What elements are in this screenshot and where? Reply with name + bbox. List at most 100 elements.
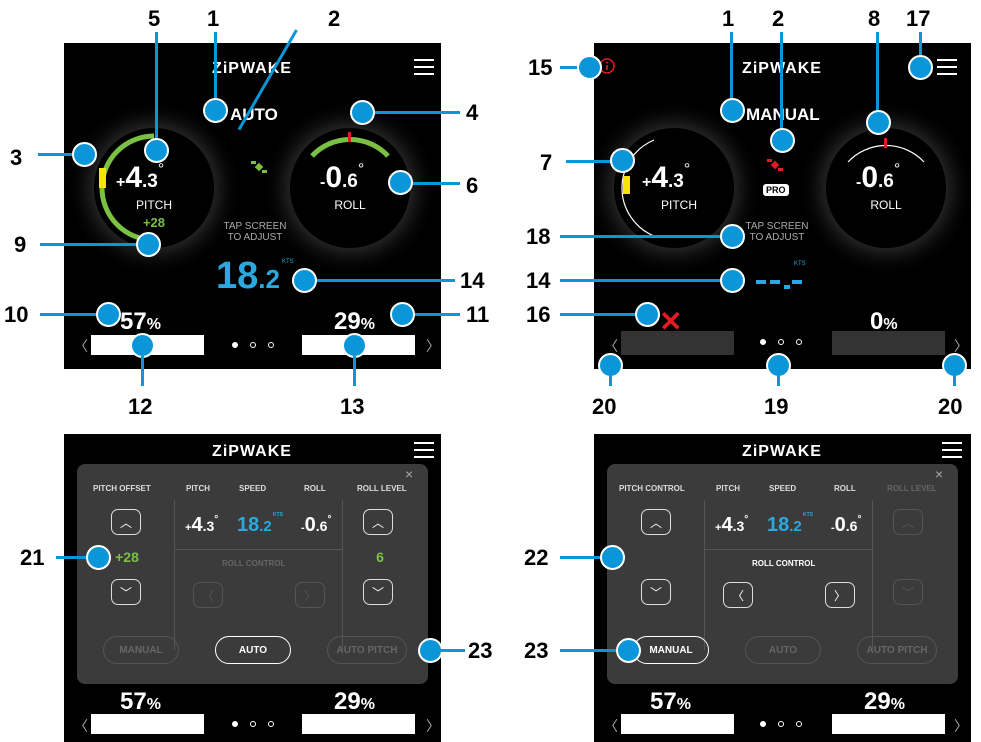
page-dot-2[interactable] [250, 721, 256, 727]
callout-marker-15 [577, 55, 602, 80]
mode-manual-button[interactable]: MANUAL [633, 636, 709, 664]
callout-label-23: 23 [468, 638, 493, 663]
pitch-control-down-button[interactable]: ﹀ [641, 579, 671, 605]
tap-hint[interactable]: TAP SCREEN TO ADJUST [200, 221, 310, 243]
page-dots[interactable] [232, 342, 274, 348]
mode-auto-pitch-button[interactable]: AUTO PITCH [327, 636, 407, 664]
pitch-int: 4 [125, 161, 143, 194]
header-roll: ROLL [834, 484, 856, 493]
pitch-label: PITCH [661, 198, 697, 212]
close-icon[interactable]: × [935, 466, 943, 482]
roll-level-up-button[interactable]: ︿ [363, 509, 393, 535]
callout-label-3: 3 [10, 145, 23, 170]
pitch-offset-up-button[interactable]: ︿ [111, 509, 141, 535]
callout-marker-4 [350, 100, 375, 125]
roll-level-down-button[interactable]: ﹀ [363, 579, 393, 605]
header-pitch: PITCH [716, 484, 740, 493]
chevron-right-icon[interactable]: 〉 [426, 336, 440, 356]
page-dot-1[interactable] [232, 342, 238, 348]
callout-label-2b: 2 [772, 6, 785, 31]
left-trim-bar [621, 331, 734, 355]
roll-control-right-button[interactable]: 〉 [825, 582, 855, 608]
roll-label: ROLL [870, 198, 902, 212]
hamburger-menu-icon[interactable] [414, 442, 434, 458]
divider [704, 500, 705, 650]
zipwake-logo: ZiPWAKE [742, 443, 822, 460]
pitch-deg: ° [744, 514, 749, 525]
chevron-left-icon[interactable]: 〈 [74, 716, 88, 736]
right-pct-sign: % [360, 316, 375, 333]
callout-marker-1b [720, 98, 745, 123]
roll-level-down-button[interactable]: ﹀ [893, 579, 923, 605]
pitch-control-up-button[interactable]: ︿ [641, 509, 671, 535]
roll-control-left-button[interactable]: 〈 [723, 582, 753, 608]
mode-auto-button[interactable]: AUTO [215, 636, 291, 664]
callout-label-18: 18 [526, 224, 551, 249]
callout-marker-16 [635, 302, 660, 327]
mode-auto-pitch-button[interactable]: AUTO PITCH [857, 636, 937, 664]
callout-label-14: 14 [460, 268, 485, 293]
left-pct-value: 57 [650, 688, 677, 715]
screen-adjust-manual: ZiPWAKE × PITCH CONTROL PITCH SPEED ROLL… [594, 434, 971, 742]
speed-dec: .2 [259, 518, 272, 535]
hamburger-menu-icon[interactable] [942, 442, 962, 458]
header-roll: ROLL [304, 484, 326, 493]
speed-unit: KTS [282, 259, 294, 265]
roll-label: ROLL [334, 198, 366, 212]
page-dot-1[interactable] [232, 721, 238, 727]
roll-int: 0 [304, 514, 316, 536]
mode-label: AUTO [230, 105, 278, 124]
roll-level-up-button[interactable]: ︿ [893, 509, 923, 535]
screen-auto-mode: ZiPWAKE AUTO +4.3° PITCH +28 -0.6° ROLL … [64, 43, 441, 369]
pitch-int: 4 [191, 514, 203, 536]
pitch-indicator [99, 168, 106, 188]
page-dots[interactable] [760, 339, 802, 345]
callout-line [300, 279, 455, 282]
pitch-int: 4 [651, 161, 669, 194]
callout-line [40, 243, 140, 246]
speed-unit: KTS [803, 512, 813, 518]
callout-marker-9 [136, 232, 161, 257]
roll-control-right-button[interactable]: 〉 [295, 582, 325, 608]
page-dots[interactable] [760, 721, 802, 727]
pitch-gauge[interactable]: +4.3° PITCH [614, 128, 734, 248]
mode-manual-button[interactable]: MANUAL [103, 636, 179, 664]
page-dot-1[interactable] [760, 721, 766, 727]
speed-unit: KTS [794, 261, 806, 267]
left-trim-bar [91, 714, 204, 734]
callout-label-13: 13 [340, 394, 365, 419]
divider [174, 549, 342, 550]
pitch-offset-down-button[interactable]: ﹀ [111, 579, 141, 605]
screen-adjust-auto: ZiPWAKE × PITCH OFFSET PITCH SPEED ROLL … [64, 434, 441, 742]
chevron-left-icon[interactable]: 〈 [74, 336, 88, 356]
roll-control-left-button[interactable]: 〈 [193, 582, 223, 608]
speed-value: 18.2 KTS [237, 512, 283, 537]
hamburger-menu-icon[interactable] [414, 59, 434, 75]
left-trim-percent: 57% [120, 308, 161, 336]
page-dot-1[interactable] [760, 339, 766, 345]
page-dot-2[interactable] [250, 342, 256, 348]
chevron-left-icon[interactable]: 〈 [604, 716, 618, 736]
page-dot-3[interactable] [268, 342, 274, 348]
speed-dec: .2 [789, 518, 802, 535]
page-dot-3[interactable] [268, 721, 274, 727]
mode-auto-button[interactable]: AUTO [745, 636, 821, 664]
page-dots[interactable] [232, 721, 274, 727]
roll-int: 0 [325, 161, 343, 194]
callout-marker-7 [610, 148, 635, 173]
divider [704, 549, 872, 550]
zipwake-logo: ZiPWAKE [212, 443, 292, 460]
close-icon[interactable]: × [405, 466, 413, 482]
page-dot-3[interactable] [796, 339, 802, 345]
chevron-right-icon[interactable]: 〉 [954, 716, 968, 736]
pitch-dec: .3 [142, 171, 158, 192]
roll-gauge[interactable]: -0.6° ROLL [826, 128, 946, 248]
pitch-deg: ° [683, 161, 691, 178]
page-dot-3[interactable] [796, 721, 802, 727]
page-dot-2[interactable] [778, 721, 784, 727]
page-dot-2[interactable] [778, 339, 784, 345]
speed-int: 18 [237, 514, 260, 536]
callout-marker-8 [866, 110, 891, 135]
chevron-right-icon[interactable]: 〉 [426, 716, 440, 736]
hamburger-menu-icon[interactable] [937, 59, 957, 75]
